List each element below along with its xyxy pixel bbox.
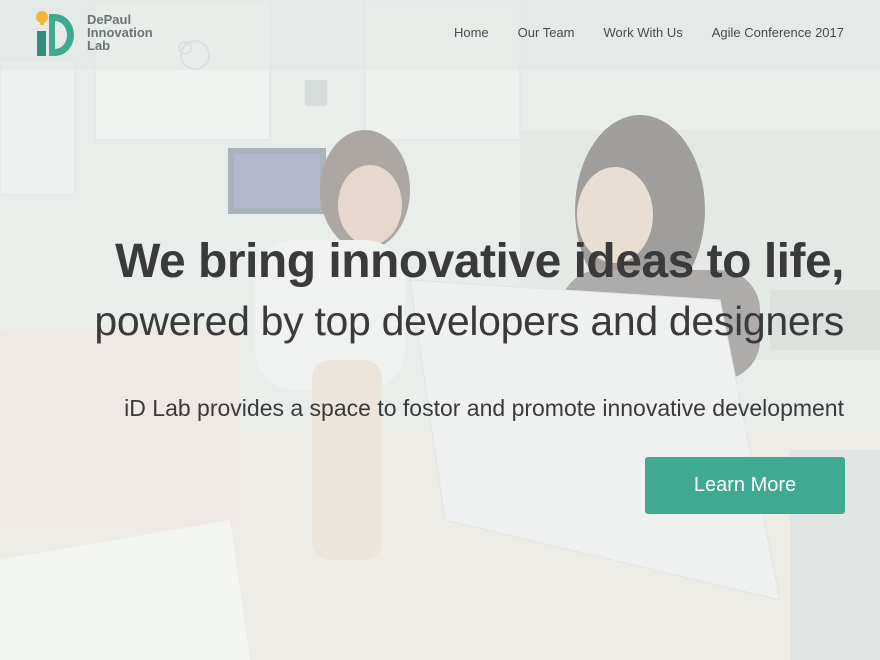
main-nav: Home Our Team Work With Us Agile Confere…: [425, 25, 844, 40]
nav-link-our-team[interactable]: Our Team: [518, 25, 575, 40]
brand-logo[interactable]: DePaul Innovation Lab: [33, 9, 173, 59]
hero-tagline: iD Lab provides a space to fostor and pr…: [124, 395, 844, 421]
nav-link-agile-conference[interactable]: Agile Conference 2017: [712, 25, 844, 40]
site-header: DePaul Innovation Lab Home Our Team Work…: [0, 0, 880, 70]
brand-name: DePaul Innovation Lab: [87, 13, 153, 52]
hero-subheadline: powered by top developers and designers: [94, 298, 844, 344]
brand-name-line3: Lab: [87, 38, 111, 53]
nav-link-work-with-us[interactable]: Work With Us: [604, 25, 683, 40]
page: DePaul Innovation Lab Home Our Team Work…: [0, 0, 880, 660]
id-lightbulb-logo-icon: [33, 9, 77, 59]
hero-headline: We bring innovative ideas to life,: [115, 235, 844, 288]
learn-more-button[interactable]: Learn More: [645, 457, 845, 514]
nav-link-home[interactable]: Home: [454, 25, 489, 40]
